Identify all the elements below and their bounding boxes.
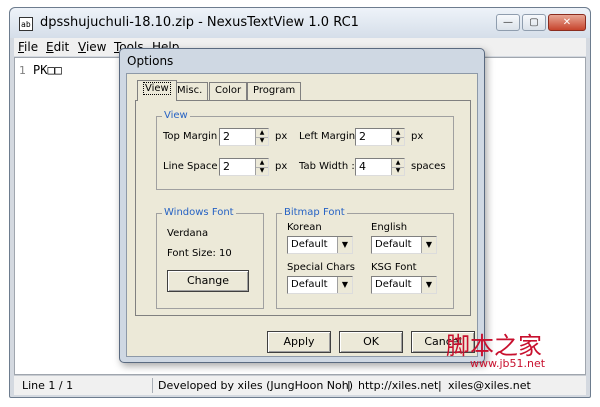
change-font-button[interactable]: Change (167, 270, 249, 292)
left-margin-unit: px (411, 131, 424, 142)
spin-down-icon[interactable]: ▼ (392, 167, 404, 175)
font-name: Verdana (167, 228, 209, 239)
left-margin-spinner[interactable]: 2 ▲ ▼ (355, 128, 405, 146)
korean-label: Korean (287, 222, 322, 233)
korean-select[interactable]: Default ▼ (287, 236, 353, 254)
menu-file-label: ile (24, 40, 39, 54)
chevron-down-icon[interactable]: ▼ (337, 237, 352, 253)
close-button[interactable]: ✕ (548, 14, 586, 31)
status-developer: Developed by xiles (JungHoon Noh) (158, 379, 354, 392)
special-chars-select[interactable]: Default ▼ (287, 276, 353, 294)
svg-text:ab: ab (21, 20, 31, 29)
chevron-down-icon[interactable]: ▼ (421, 237, 436, 253)
status-bar: Line 1 / 1 Developed by xiles (JungHoon … (14, 375, 586, 395)
top-margin-unit: px (275, 131, 288, 142)
line-space-value: 2 (223, 160, 230, 173)
tab-program[interactable]: Program (247, 82, 302, 100)
watermark-url: www.jb51.net (470, 357, 546, 370)
line-space-spinner[interactable]: 2 ▲ ▼ (219, 158, 269, 176)
spin-down-icon[interactable]: ▼ (392, 137, 404, 145)
top-margin-spinner[interactable]: 2 ▲ ▼ (219, 128, 269, 146)
tab-program-label: Program (253, 85, 296, 96)
font-size: Font Size: 10 (167, 248, 232, 259)
status-pipe: | (438, 379, 442, 392)
line-space-unit: px (275, 161, 288, 172)
status-line-position: Line 1 / 1 (22, 379, 74, 392)
view-group-title: View (162, 110, 190, 121)
tab-color-label: Color (215, 85, 242, 96)
ok-button[interactable]: OK (339, 331, 403, 353)
english-select[interactable]: Default ▼ (371, 236, 437, 254)
top-margin-label: Top Margin : (163, 131, 224, 142)
chevron-down-icon[interactable]: ▼ (421, 277, 436, 293)
tab-width-spinner[interactable]: 4 ▲ ▼ (355, 158, 405, 176)
tab-panel-view: View Top Margin : 2 ▲ ▼ px Left Margin : … (135, 100, 471, 316)
menu-view-mnemonic: V (78, 40, 86, 54)
tab-view-label: View (143, 82, 171, 95)
chevron-down-icon[interactable]: ▼ (337, 277, 352, 293)
english-select-value: Default (375, 239, 412, 250)
top-margin-value: 2 (223, 130, 230, 143)
spin-down-icon[interactable]: ▼ (256, 167, 268, 175)
maximize-icon: ▢ (529, 17, 539, 28)
left-margin-label: Left Margin : (299, 131, 362, 142)
tab-width-label: Tab Width : (299, 161, 355, 172)
english-label: English (371, 222, 408, 233)
tab-width-unit: spaces (411, 161, 446, 172)
ksg-font-label: KSG Font (371, 262, 417, 273)
tab-color[interactable]: Color (209, 82, 248, 100)
left-margin-value: 2 (359, 130, 366, 143)
file-content: PK□□ (33, 63, 62, 77)
status-email[interactable]: xiles@xiles.net (448, 379, 531, 392)
special-chars-label: Special Chars (287, 262, 355, 273)
bitmap-font-group-title: Bitmap Font (282, 207, 347, 218)
menu-edit[interactable]: Edit (46, 40, 69, 54)
spin-down-icon[interactable]: ▼ (256, 137, 268, 145)
windows-font-group-title: Windows Font (162, 207, 236, 218)
tab-width-value: 4 (359, 160, 366, 173)
view-group: View Top Margin : 2 ▲ ▼ px Left Margin : … (156, 110, 454, 190)
ksg-font-select-value: Default (375, 279, 412, 290)
apply-button[interactable]: Apply (267, 331, 331, 353)
title-bar[interactable]: ab dpsshujuchuli-18.10.zip - NexusTextVi… (10, 8, 590, 38)
menu-edit-label: dit (53, 40, 70, 54)
menu-view-label: iew (85, 40, 107, 54)
menu-edit-mnemonic: E (46, 40, 54, 54)
menu-view[interactable]: View (78, 40, 106, 54)
close-icon: ✕ (562, 17, 572, 28)
status-site[interactable]: http://xiles.net (358, 379, 438, 392)
tab-view[interactable]: View (137, 80, 177, 101)
line-space-label: Line Space : (163, 161, 225, 172)
watermark-logo: 脚本之家 (446, 332, 542, 360)
minimize-button[interactable]: — (496, 14, 520, 31)
status-divider (152, 378, 153, 393)
windows-font-group: Windows Font Verdana Font Size: 10 Chang… (156, 207, 264, 309)
tab-misc-label: Misc. (177, 85, 203, 96)
line-number: 1 (19, 64, 26, 77)
app-icon: ab (19, 17, 33, 31)
dialog-title: Options (127, 54, 174, 68)
status-pipe: | (347, 379, 351, 392)
maximize-button[interactable]: ▢ (522, 14, 546, 31)
minimize-icon: — (503, 17, 513, 28)
window-title: dpsshujuchuli-18.10.zip - NexusTextView … (40, 15, 359, 30)
special-chars-select-value: Default (291, 279, 328, 290)
menu-file[interactable]: File (18, 40, 38, 54)
korean-select-value: Default (291, 239, 328, 250)
dialog-client: View Misc. Color Program View Top Margin… (126, 73, 478, 357)
options-dialog: Options View Misc. Color Program View To… (119, 48, 485, 363)
bitmap-font-group: Bitmap Font Korean Default ▼ English Def… (276, 207, 454, 309)
ksg-font-select[interactable]: Default ▼ (371, 276, 437, 294)
